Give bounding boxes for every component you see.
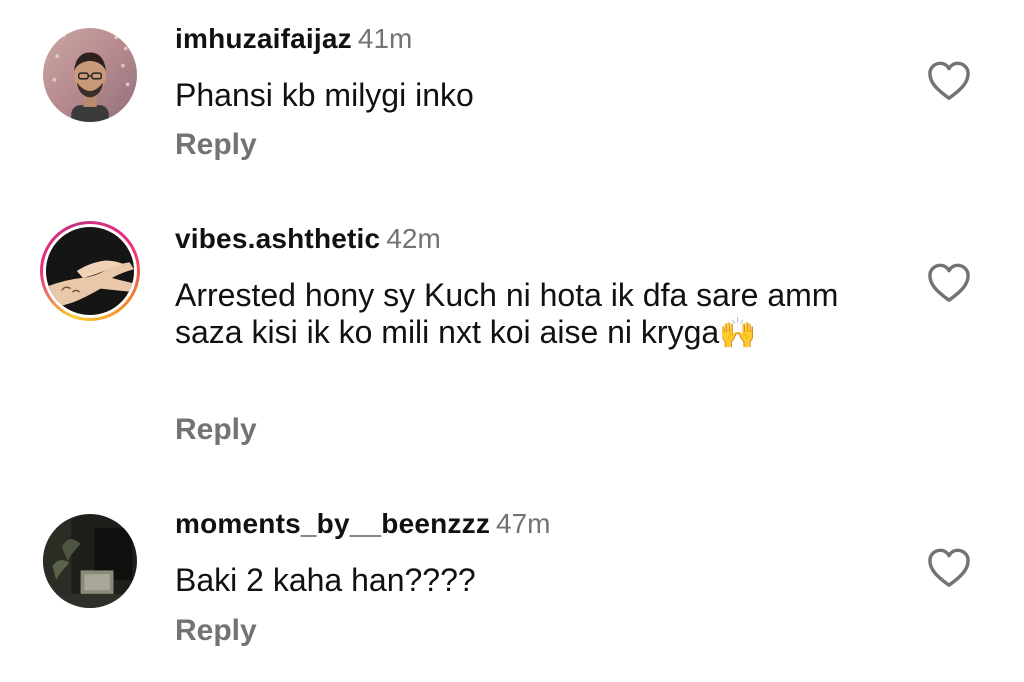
heart-outline-icon[interactable] [926, 547, 972, 589]
comment-text: Arrested hony sy Kuch ni hota ik dfa sar… [175, 277, 895, 352]
avatar[interactable] [40, 511, 140, 611]
profile-photo-man [43, 28, 137, 122]
reply-button[interactable]: Reply [175, 613, 257, 649]
avatar[interactable] [40, 221, 140, 321]
avatar[interactable] [40, 25, 140, 125]
timestamp: 42m [386, 223, 441, 254]
comment-meta: vibes.ashthetic 42m [175, 222, 441, 256]
profile-photo-hand [46, 227, 134, 315]
heart-outline-icon[interactable] [926, 262, 972, 304]
username[interactable]: moments_by__beenzzz [175, 508, 490, 539]
reply-button[interactable]: Reply [175, 412, 257, 448]
username[interactable]: imhuzaifaijaz [175, 23, 352, 54]
comment-text: Baki 2 kaha han???? [175, 562, 476, 598]
comment-meta: imhuzaifaijaz 41m [175, 22, 412, 56]
timestamp: 41m [357, 23, 413, 54]
raising-hands-emoji: 🙌 [719, 316, 757, 351]
heart-outline-icon[interactable] [926, 60, 972, 102]
profile-photo-dark-room [43, 514, 137, 608]
timestamp: 47m [496, 508, 551, 539]
comment-meta: moments_by__beenzzz 47m [175, 507, 550, 541]
username[interactable]: vibes.ashthetic [175, 223, 380, 254]
reply-button[interactable]: Reply [175, 127, 257, 163]
comment-text: Phansi kb milygi inko [175, 77, 474, 113]
